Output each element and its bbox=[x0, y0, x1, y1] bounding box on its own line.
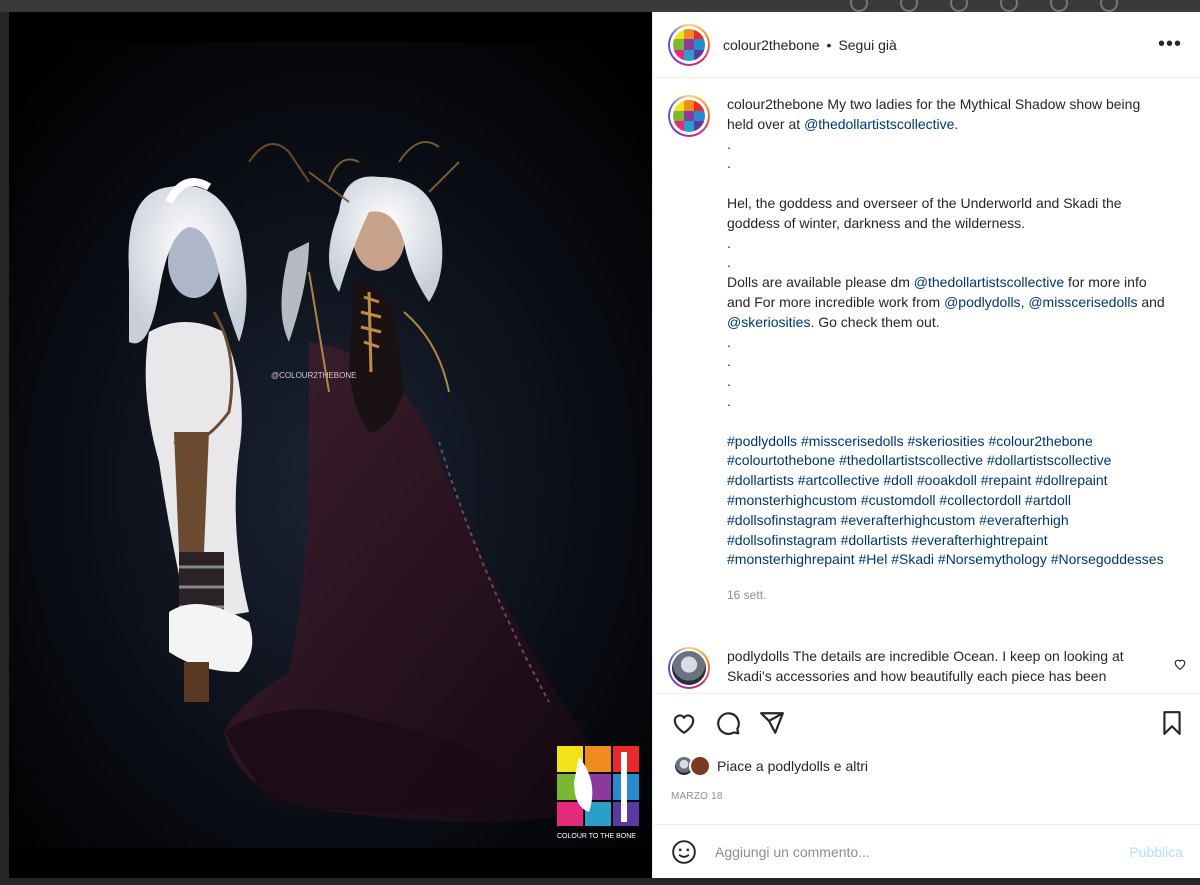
author-username[interactable]: colour2thebone bbox=[723, 37, 820, 53]
caption-text-fragment: and bbox=[1137, 293, 1165, 310]
commenter-username[interactable]: podlydolls bbox=[727, 648, 789, 664]
home-icon bbox=[850, 0, 868, 12]
caption-punct: . bbox=[954, 115, 959, 132]
logo-caption: COLOUR TO THE BONE bbox=[557, 833, 636, 840]
caption-para3: Dolls are available please dm @thedollar… bbox=[727, 273, 1167, 332]
action-bar bbox=[653, 693, 1200, 749]
comment-like-icon[interactable] bbox=[1173, 657, 1187, 671]
mention-link[interactable]: @misscerisedolls bbox=[1028, 294, 1137, 310]
more-horizontal-icon[interactable]: ••• bbox=[1158, 34, 1182, 54]
comments-section[interactable]: colour2thebone My two ladies for the Myt… bbox=[653, 79, 1200, 692]
commenter-avatar[interactable] bbox=[668, 647, 710, 689]
colour-to-the-bone-logo: COLOUR TO THE BONE bbox=[557, 746, 639, 840]
caption-text-fragment: Dolls are available please dm bbox=[727, 274, 914, 291]
mention-link[interactable]: @podlydolls bbox=[944, 294, 1020, 310]
caption-dot: . bbox=[727, 333, 731, 350]
comment-text: podlydolls The details are incredible Oc… bbox=[727, 647, 1157, 689]
emoji-icon[interactable] bbox=[671, 839, 697, 865]
caption-username[interactable]: colour2thebone bbox=[727, 96, 824, 112]
likes-others[interactable]: altri bbox=[845, 758, 868, 774]
caption-dot: . bbox=[727, 373, 731, 390]
caption-dot: . bbox=[727, 353, 731, 370]
caption-dot: . bbox=[727, 135, 731, 152]
new-post-icon bbox=[950, 0, 968, 12]
comment-input[interactable] bbox=[715, 843, 1095, 860]
comment-item: podlydolls The details are incredible Oc… bbox=[653, 647, 1200, 689]
likes-text: Piace a podlydolls e altri bbox=[717, 758, 868, 774]
post-header: colour2thebone • Segui già ••• bbox=[653, 12, 1200, 78]
caption: colour2thebone My two ladies for the Myt… bbox=[653, 79, 1200, 606]
mention-link[interactable]: @thedollartistscollective bbox=[804, 116, 954, 132]
likes-user[interactable]: podlydolls bbox=[768, 758, 830, 774]
caption-hashtags[interactable]: #podlydolls #misscerisedolls #skeriositi… bbox=[727, 432, 1167, 571]
caption-text: colour2thebone My two ladies for the Myt… bbox=[727, 95, 1167, 606]
photo-watermark: @COLOUR2THEBONE bbox=[271, 371, 356, 380]
profile-icon bbox=[1100, 0, 1118, 12]
share-icon[interactable] bbox=[759, 710, 785, 736]
caption-dot: . bbox=[727, 155, 731, 172]
header-separator: • bbox=[826, 36, 832, 53]
caption-dot: . bbox=[727, 392, 731, 409]
post-detail-panel: colour2thebone • Segui già ••• colour2th… bbox=[652, 12, 1200, 878]
post-date[interactable]: MARZO 18 bbox=[671, 791, 723, 802]
save-bookmark-icon[interactable] bbox=[1159, 710, 1185, 736]
messenger-icon bbox=[900, 0, 918, 12]
likes-prefix: Piace a bbox=[717, 758, 764, 774]
likes-summary[interactable]: Piace a podlydolls e altri bbox=[673, 755, 868, 777]
caption-para2: Hel, the goddess and overseer of the Und… bbox=[727, 194, 1122, 231]
post-photo[interactable]: @COLOUR2THEBONE COLOUR TO THE BONE bbox=[9, 12, 652, 878]
likes-conj: e bbox=[833, 758, 842, 774]
add-comment-bar: Pubblica bbox=[653, 824, 1200, 878]
caption-timestamp: 16 sett. bbox=[727, 588, 767, 603]
caption-avatar[interactable] bbox=[668, 95, 710, 137]
explore-icon bbox=[1000, 0, 1018, 12]
browser-backdrop bbox=[0, 0, 1200, 12]
comment-icon[interactable] bbox=[715, 710, 741, 736]
publish-button[interactable]: Pubblica bbox=[1129, 844, 1183, 860]
liker-avatar bbox=[689, 755, 711, 777]
mention-link[interactable]: @thedollartistscollective bbox=[914, 274, 1064, 290]
author-avatar[interactable] bbox=[668, 23, 710, 66]
mention-link[interactable]: @skeriosities bbox=[727, 314, 810, 330]
like-heart-icon[interactable] bbox=[671, 710, 697, 736]
caption-text-fragment: . Go check them out. bbox=[810, 313, 940, 330]
activity-icon bbox=[1050, 0, 1068, 12]
following-button[interactable]: Segui già bbox=[838, 37, 896, 53]
caption-dot: . bbox=[727, 254, 731, 271]
caption-dot: . bbox=[727, 234, 731, 251]
